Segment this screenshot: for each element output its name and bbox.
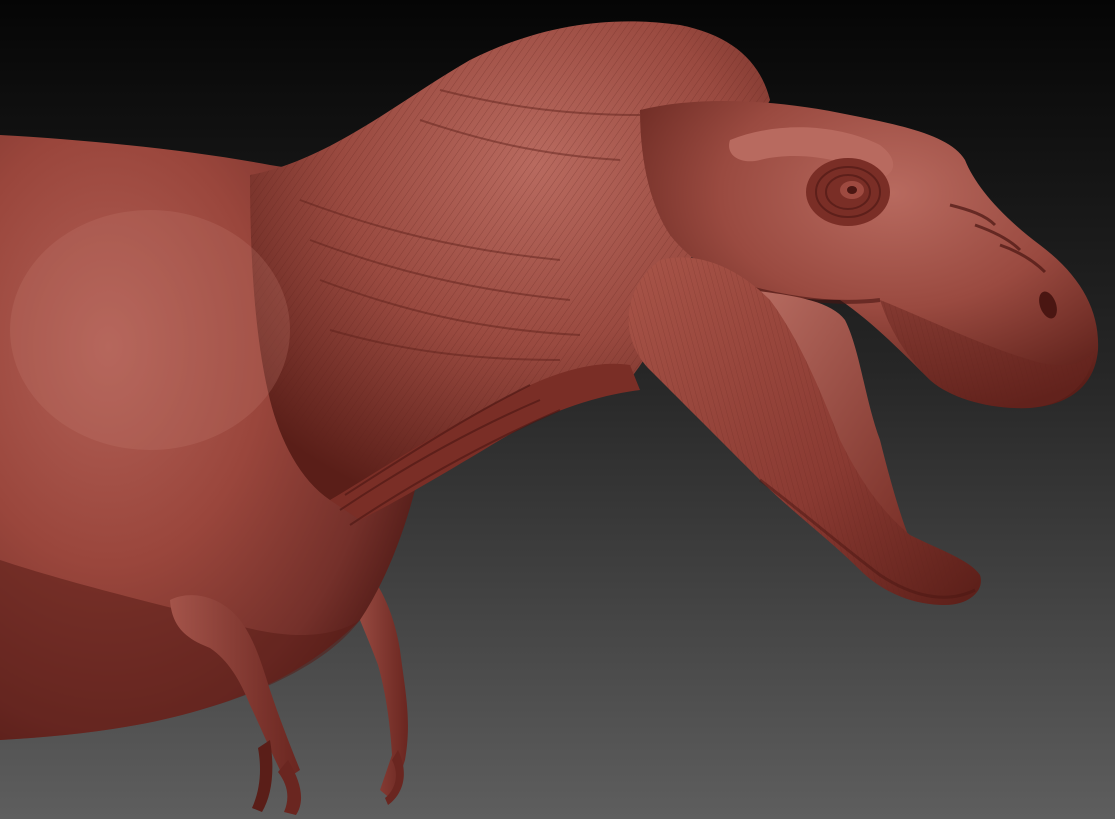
eye-icon: [806, 158, 890, 226]
t-rex-sculpt-render: [0, 0, 1115, 819]
sculpt-viewport[interactable]: [0, 0, 1115, 819]
